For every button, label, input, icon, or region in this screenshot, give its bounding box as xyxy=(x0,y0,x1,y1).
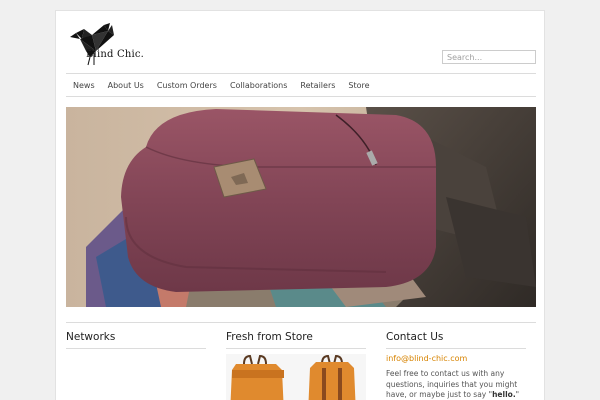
store-product-image[interactable] xyxy=(226,354,366,400)
nav-item-news[interactable]: News xyxy=(66,81,101,90)
nav-item-retailers[interactable]: Retailers xyxy=(294,81,342,90)
nav-item-collaborations[interactable]: Collaborations xyxy=(223,81,293,90)
rooster-logo-icon[interactable] xyxy=(66,21,156,73)
contact-hello: hello. xyxy=(492,390,516,399)
networks-widget: Networks xyxy=(66,331,206,349)
nav-item-store[interactable]: Store xyxy=(342,81,376,90)
nav-item-about-us[interactable]: About Us xyxy=(101,81,150,90)
contact-title: Contact Us xyxy=(386,331,526,349)
contact-email-link[interactable]: info@blind-chic.com xyxy=(386,354,526,363)
main-nav: News About Us Custom Orders Collaboratio… xyxy=(66,73,536,97)
search-input[interactable] xyxy=(442,50,536,64)
nav-item-custom-orders[interactable]: Custom Orders xyxy=(150,81,223,90)
store-widget: Fresh from Store xyxy=(226,331,366,400)
contact-text: Feel free to contact us with any questio… xyxy=(386,369,526,400)
contact-text-end: " xyxy=(515,390,520,399)
page-container: Blind Chic. News About Us Custom Orders … xyxy=(55,10,545,400)
networks-title: Networks xyxy=(66,331,206,349)
hero-banner-image[interactable] xyxy=(66,107,536,307)
store-title: Fresh from Store xyxy=(226,331,366,349)
content-divider xyxy=(66,322,536,323)
contact-widget: Contact Us info@blind-chic.com Feel free… xyxy=(386,331,526,400)
brand-name: Blind Chic. xyxy=(86,49,145,60)
